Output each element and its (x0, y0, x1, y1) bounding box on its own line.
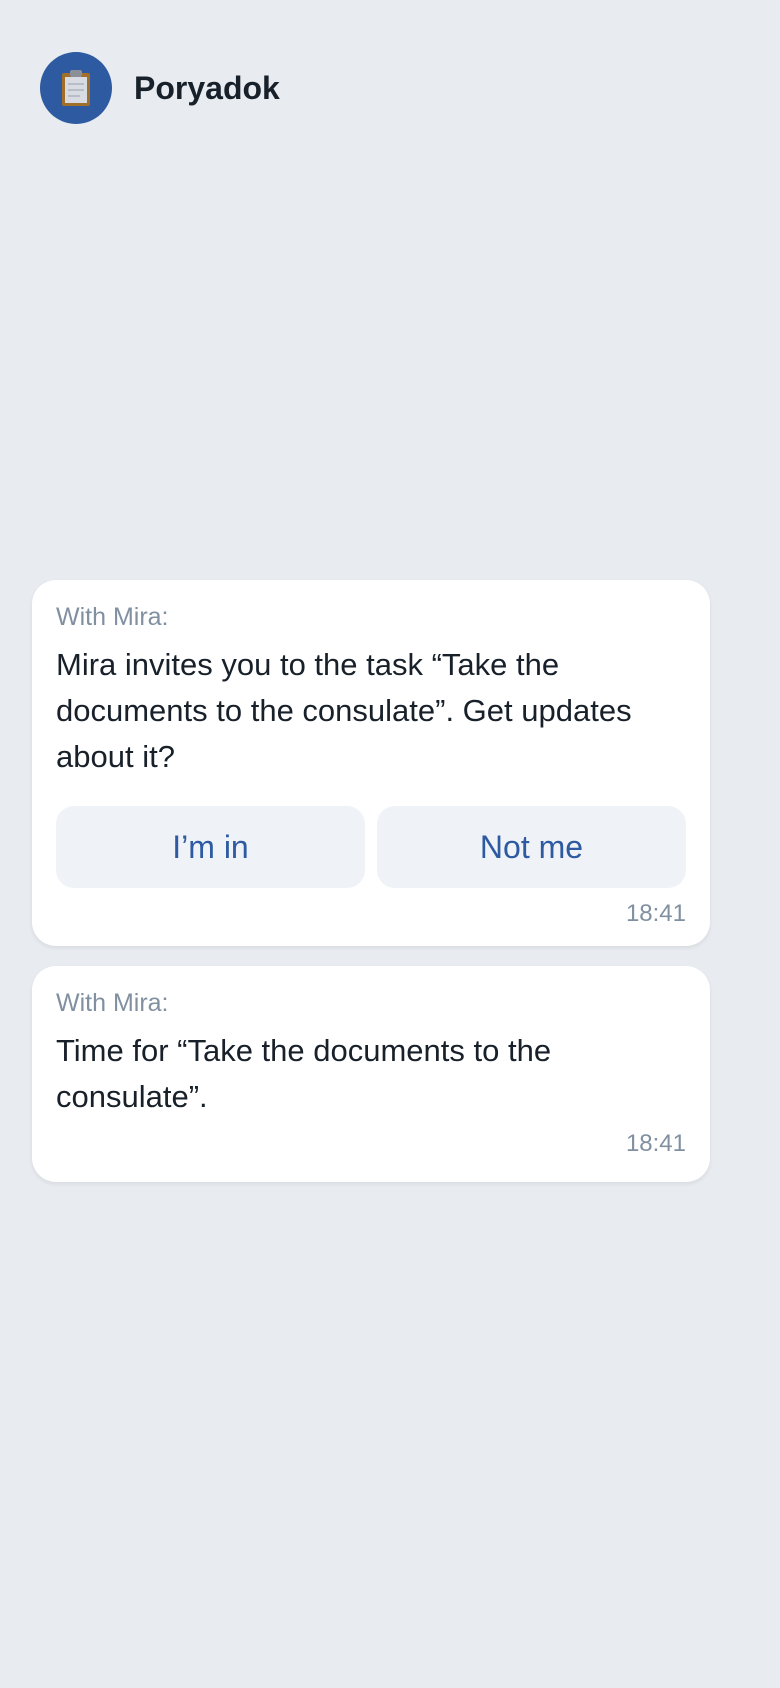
message-time: 18:41 (625, 1130, 686, 1157)
chat-header: Poryadok (40, 52, 280, 124)
message-text: Mira invites you to the task “Take the d… (56, 647, 632, 774)
message-card: With Mira: Mira invites you to the task … (32, 580, 710, 946)
clipboard-icon (62, 70, 90, 106)
inline-keyboard: I’m in Not me (56, 806, 686, 888)
decline-button[interactable]: Not me (377, 806, 686, 888)
message-time: 18:41 (625, 900, 686, 927)
message-sender: With Mira: (56, 603, 169, 631)
app-title: Poryadok (134, 69, 280, 106)
message-card: With Mira: Time for “Take the documents … (32, 966, 710, 1182)
bot-avatar[interactable] (40, 52, 112, 124)
message-sender: With Mira: (56, 989, 169, 1017)
message-text: Time for “Take the documents to the cons… (56, 1033, 552, 1114)
accept-button[interactable]: I’m in (56, 806, 365, 888)
